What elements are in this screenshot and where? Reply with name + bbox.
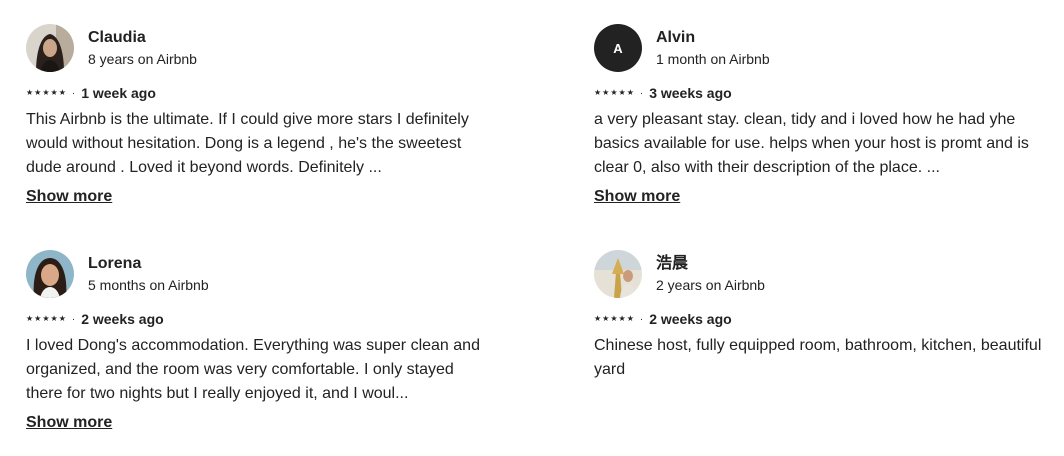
avatar[interactable] xyxy=(26,250,74,298)
review-text: This Airbnb is the ultimate. If I could … xyxy=(26,111,469,176)
review-card: Claudia 8 years on Airbnb ★ ★ ★ ★ ★ · 1 … xyxy=(26,24,496,206)
review-text: I loved Dong's accommodation. Everything… xyxy=(26,337,480,402)
reviewer-tenure: 2 years on Airbnb xyxy=(656,277,765,293)
star-icon: ★ xyxy=(602,88,610,97)
reviewer-tenure: 8 years on Airbnb xyxy=(88,51,197,67)
star-icon: ★ xyxy=(42,88,50,97)
star-icon: ★ xyxy=(594,88,602,97)
review-header: 浩晨 2 years on Airbnb xyxy=(594,250,1064,298)
star-icon: ★ xyxy=(626,314,634,323)
star-icon: ★ xyxy=(42,314,50,323)
avatar[interactable]: A xyxy=(594,24,642,72)
star-icon: ★ xyxy=(602,314,610,323)
star-icon: ★ xyxy=(594,314,602,323)
star-icon: ★ xyxy=(34,88,42,97)
star-icon: ★ xyxy=(50,314,58,323)
review-meta: ★ ★ ★ ★ ★ · 3 weeks ago xyxy=(594,84,1064,102)
review-card: A Alvin 1 month on Airbnb ★ ★ ★ ★ ★ · 3 … xyxy=(594,24,1064,206)
star-icon: ★ xyxy=(26,314,34,323)
star-icon: ★ xyxy=(50,88,58,97)
review-text: a very pleasant stay. clean, tidy and i … xyxy=(594,111,1029,176)
show-more-button[interactable]: Show more xyxy=(26,188,112,206)
review-meta: ★ ★ ★ ★ ★ · 2 weeks ago xyxy=(594,310,1064,328)
star-icon: ★ xyxy=(58,88,66,97)
review-card: Lorena 5 months on Airbnb ★ ★ ★ ★ ★ · 2 … xyxy=(26,250,496,432)
review-header: Claudia 8 years on Airbnb xyxy=(26,24,496,72)
star-rating: ★ ★ ★ ★ ★ xyxy=(26,89,66,97)
reviewer-name: Lorena xyxy=(88,255,142,272)
avatar[interactable] xyxy=(26,24,74,72)
review-header: A Alvin 1 month on Airbnb xyxy=(594,24,1064,72)
separator-dot: · xyxy=(71,313,76,325)
star-icon: ★ xyxy=(618,88,626,97)
avatar[interactable] xyxy=(594,250,642,298)
star-icon: ★ xyxy=(26,88,34,97)
star-rating: ★ ★ ★ ★ ★ xyxy=(594,89,634,97)
reviewer-tenure: 5 months on Airbnb xyxy=(88,277,209,293)
show-more-button[interactable]: Show more xyxy=(26,414,112,432)
show-more-button[interactable]: Show more xyxy=(594,188,680,206)
review-meta: ★ ★ ★ ★ ★ · 1 week ago xyxy=(26,84,496,102)
review-date: 3 weeks ago xyxy=(649,85,732,101)
separator-dot: · xyxy=(639,87,644,99)
separator-dot: · xyxy=(639,313,644,325)
star-icon: ★ xyxy=(34,314,42,323)
review-card: 浩晨 2 years on Airbnb ★ ★ ★ ★ ★ · 2 weeks… xyxy=(594,250,1064,382)
review-date: 2 weeks ago xyxy=(649,311,732,327)
review-text: Chinese host, fully equipped room, bathr… xyxy=(594,337,1042,378)
star-icon: ★ xyxy=(610,88,618,97)
star-rating: ★ ★ ★ ★ ★ xyxy=(26,315,66,323)
separator-dot: · xyxy=(71,87,76,99)
review-date: 1 week ago xyxy=(81,85,156,101)
reviewer-name: Alvin xyxy=(656,29,696,46)
review-meta: ★ ★ ★ ★ ★ · 2 weeks ago xyxy=(26,310,496,328)
reviewer-tenure: 1 month on Airbnb xyxy=(656,51,770,67)
star-icon: ★ xyxy=(610,314,618,323)
star-icon: ★ xyxy=(626,88,634,97)
avatar-initial: A xyxy=(613,40,623,56)
star-rating: ★ ★ ★ ★ ★ xyxy=(594,315,634,323)
reviewer-name: 浩晨 xyxy=(656,255,689,272)
reviewer-name: Claudia xyxy=(88,29,146,46)
review-header: Lorena 5 months on Airbnb xyxy=(26,250,496,298)
star-icon: ★ xyxy=(618,314,626,323)
star-icon: ★ xyxy=(58,314,66,323)
review-date: 2 weeks ago xyxy=(81,311,164,327)
